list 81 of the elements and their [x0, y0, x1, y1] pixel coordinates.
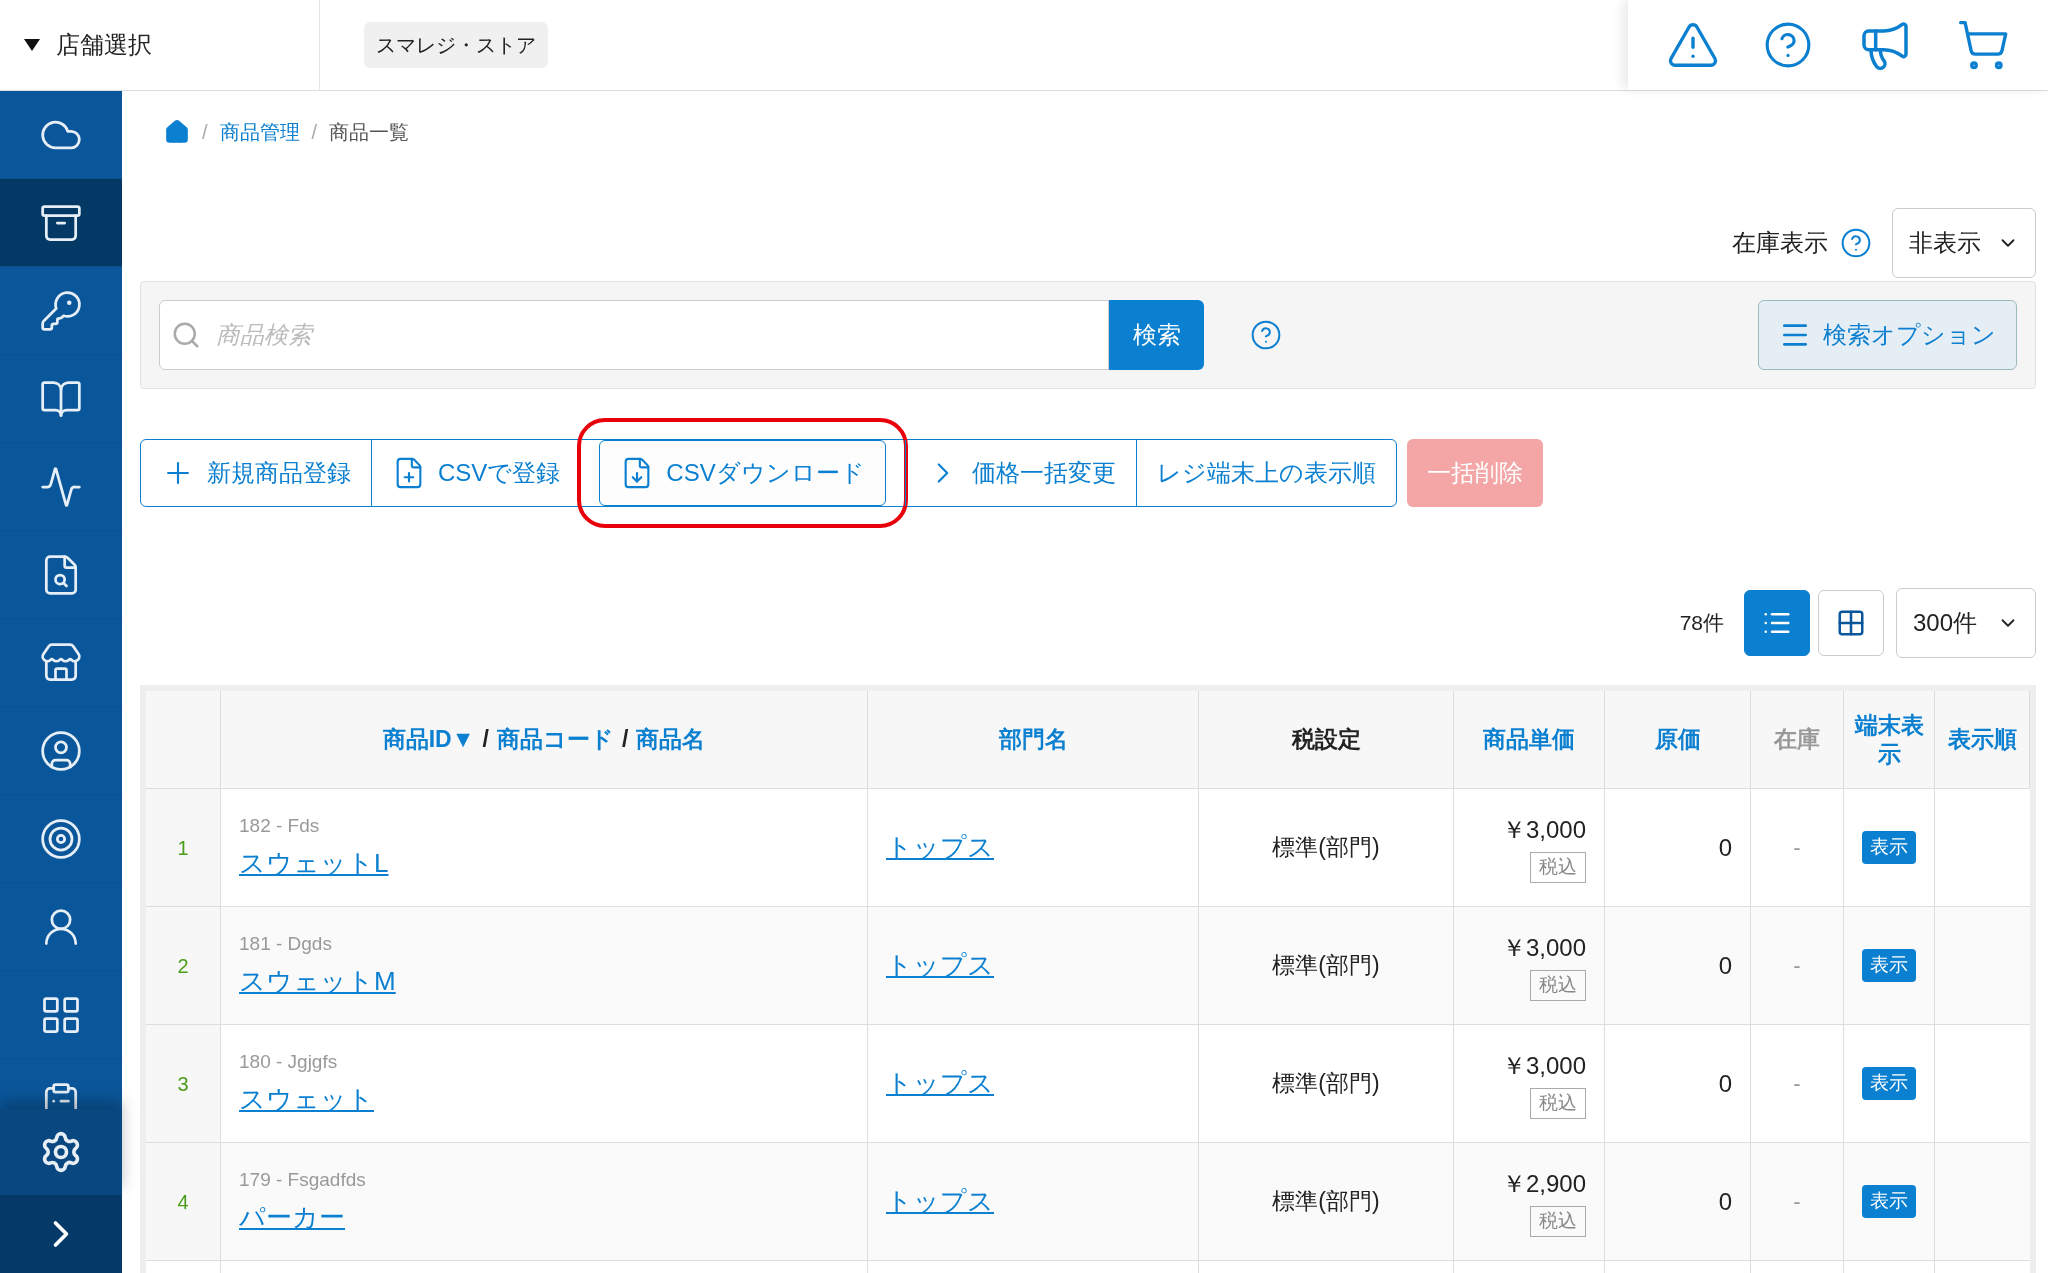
search-button[interactable]: 検索 [1109, 300, 1204, 370]
store-name: スマレジ・ストア [364, 22, 548, 68]
column-header: 税設定 [1291, 725, 1361, 754]
product-name-link[interactable]: スウェット [239, 1080, 374, 1120]
toolbar-button[interactable]: CSVダウンロード [599, 440, 886, 506]
product-name-link[interactable]: パーカー [239, 1198, 345, 1238]
display-status-tag: 表示 [1862, 1067, 1916, 1100]
product-name-link[interactable]: スウェットM [239, 962, 396, 1002]
breadcrumb-separator: / [311, 120, 318, 145]
department-link[interactable]: トップス [886, 1182, 994, 1221]
unit-price: ￥3,000 [1501, 933, 1586, 964]
stock-value: - [1793, 1070, 1801, 1098]
product-id-code: 179 - Fsgadfds [239, 1167, 367, 1192]
header-separator: / [482, 725, 489, 754]
breadcrumb-link[interactable]: 商品管理 [219, 117, 300, 147]
grid-icon [1836, 608, 1866, 638]
list-view-button[interactable] [1744, 590, 1810, 656]
stock-display-label: 在庫表示 [1732, 228, 1828, 258]
display-status-tag: 表示 [1862, 949, 1916, 982]
header-separator: / [621, 725, 629, 754]
column-header-link[interactable]: 表示順 [1947, 725, 2017, 754]
unit-price: ￥3,000 [1501, 1051, 1586, 1082]
column-header-link[interactable]: 部門名 [998, 725, 1068, 754]
cost-price: 0 [1718, 1068, 1732, 1099]
product-id-code: 181 - Dgds [239, 931, 333, 956]
breadcrumb-separator: / [202, 120, 208, 145]
product-id-code: 180 - Jgjgfs [239, 1049, 339, 1074]
column-header: 在庫 [1774, 725, 1820, 754]
stock-value: - [1793, 952, 1801, 980]
tax-included-tag: 税込 [1530, 1206, 1586, 1237]
unit-price: ￥3,000 [1501, 815, 1586, 846]
store-selector[interactable]: 店舗選択 [0, 0, 320, 90]
toolbar-button[interactable]: 価格一括変更 [905, 440, 1136, 506]
cost-price: 0 [1718, 950, 1732, 981]
sort-link[interactable]: 商品コード [496, 725, 614, 754]
column-header-link[interactable]: 原価 [1654, 725, 1701, 754]
stock-value: - [1793, 834, 1801, 862]
page-size-select[interactable]: 300件 [1896, 588, 2036, 658]
tax-setting: 標準(部門) [1272, 1187, 1380, 1217]
toolbar-button[interactable]: 新規商品登録 [141, 440, 371, 506]
sort-link[interactable]: 商品名 [636, 725, 706, 754]
display-status-tag: 表示 [1862, 1185, 1916, 1218]
department-link[interactable]: トップス [886, 946, 994, 985]
settings-button[interactable] [0, 1109, 122, 1195]
sort-link[interactable]: 商品ID▼ [382, 725, 475, 754]
stock-value: - [1793, 1188, 1801, 1216]
tax-setting: 標準(部門) [1272, 951, 1380, 981]
department-link[interactable]: トップス [886, 1064, 994, 1103]
caret-icon [24, 39, 40, 51]
key-icon [39, 288, 83, 333]
grid-view-button[interactable] [1818, 590, 1884, 656]
column-header-link[interactable]: 端末表示 [1848, 710, 1930, 769]
toolbar-button[interactable]: レジ端末上の表示順 [1136, 440, 1396, 506]
user-badge-icon [39, 728, 83, 773]
unit-price: ￥2,900 [1501, 1169, 1586, 1200]
cost-price: 0 [1718, 832, 1732, 863]
department-link[interactable]: トップス [886, 828, 994, 867]
row-number-cell: 1 [146, 789, 221, 906]
help-icon[interactable] [1250, 319, 1282, 351]
search-options-button[interactable]: 検索オプション [1758, 300, 2017, 370]
column-header-link[interactable]: 商品単価 [1483, 725, 1575, 754]
toolbar-button[interactable]: CSVで登録 [372, 440, 581, 506]
tax-included-tag: 税込 [1530, 970, 1586, 1001]
tax-setting: 標準(部門) [1272, 833, 1380, 863]
display-status-tag: 表示 [1862, 831, 1916, 864]
home-icon[interactable] [164, 119, 190, 145]
target-icon [39, 816, 83, 861]
item-count: 78件 [1679, 610, 1724, 637]
cost-price: 0 [1718, 1186, 1732, 1217]
sidebar-item[interactable] [0, 179, 122, 267]
search-field[interactable]: 商品検索 [159, 300, 1109, 370]
tax-included-tag: 税込 [1530, 1088, 1586, 1119]
search-icon [171, 320, 201, 350]
row-number-cell: 3 [146, 1025, 221, 1142]
tax-included-tag: 税込 [1530, 852, 1586, 883]
product-name-link[interactable]: スウェットL [239, 844, 389, 884]
tax-setting: 標準(部門) [1272, 1069, 1380, 1099]
stock-display-select[interactable]: 非表示 [1892, 208, 2036, 278]
help-icon[interactable] [1840, 227, 1872, 259]
product-id-code: 182 - Fds [239, 813, 321, 838]
breadcrumb-current: 商品一覧 [329, 120, 410, 145]
